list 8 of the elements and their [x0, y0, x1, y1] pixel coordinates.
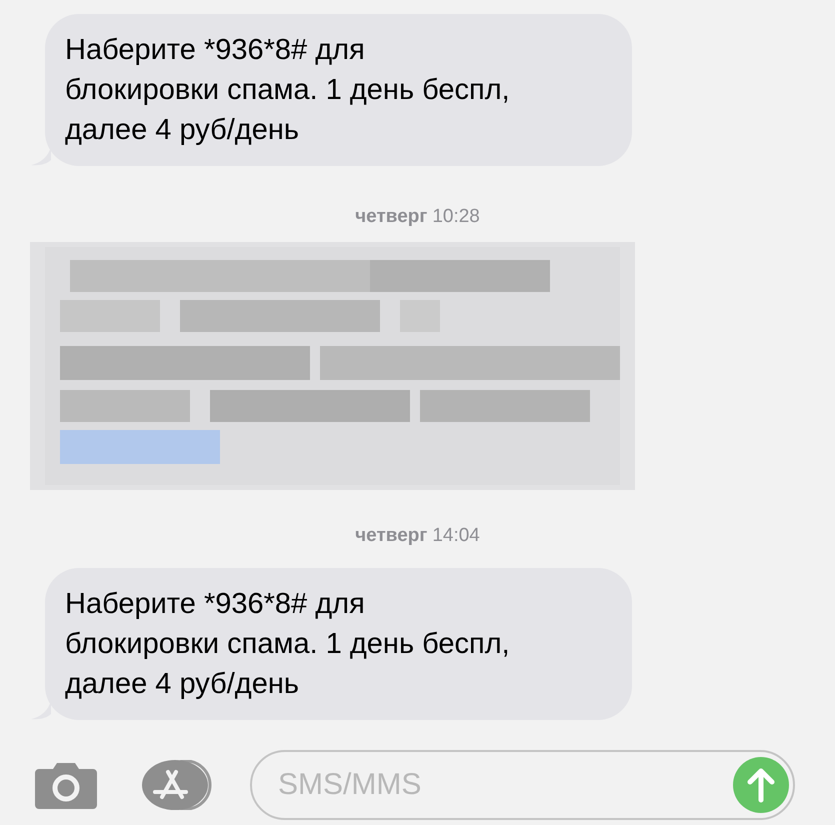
camera-icon[interactable] [35, 761, 97, 809]
timestamp-day: четверг [355, 525, 428, 546]
timestamp-day: четверг [355, 206, 428, 227]
timestamp-time: 14:04 [432, 525, 480, 546]
timestamp-time: 10:28 [432, 206, 480, 227]
message-input-field[interactable]: SMS/MMS [276, 767, 733, 803]
message-field[interactable]: SMS/MMS [250, 750, 795, 820]
app-store-icon[interactable] [142, 760, 214, 810]
